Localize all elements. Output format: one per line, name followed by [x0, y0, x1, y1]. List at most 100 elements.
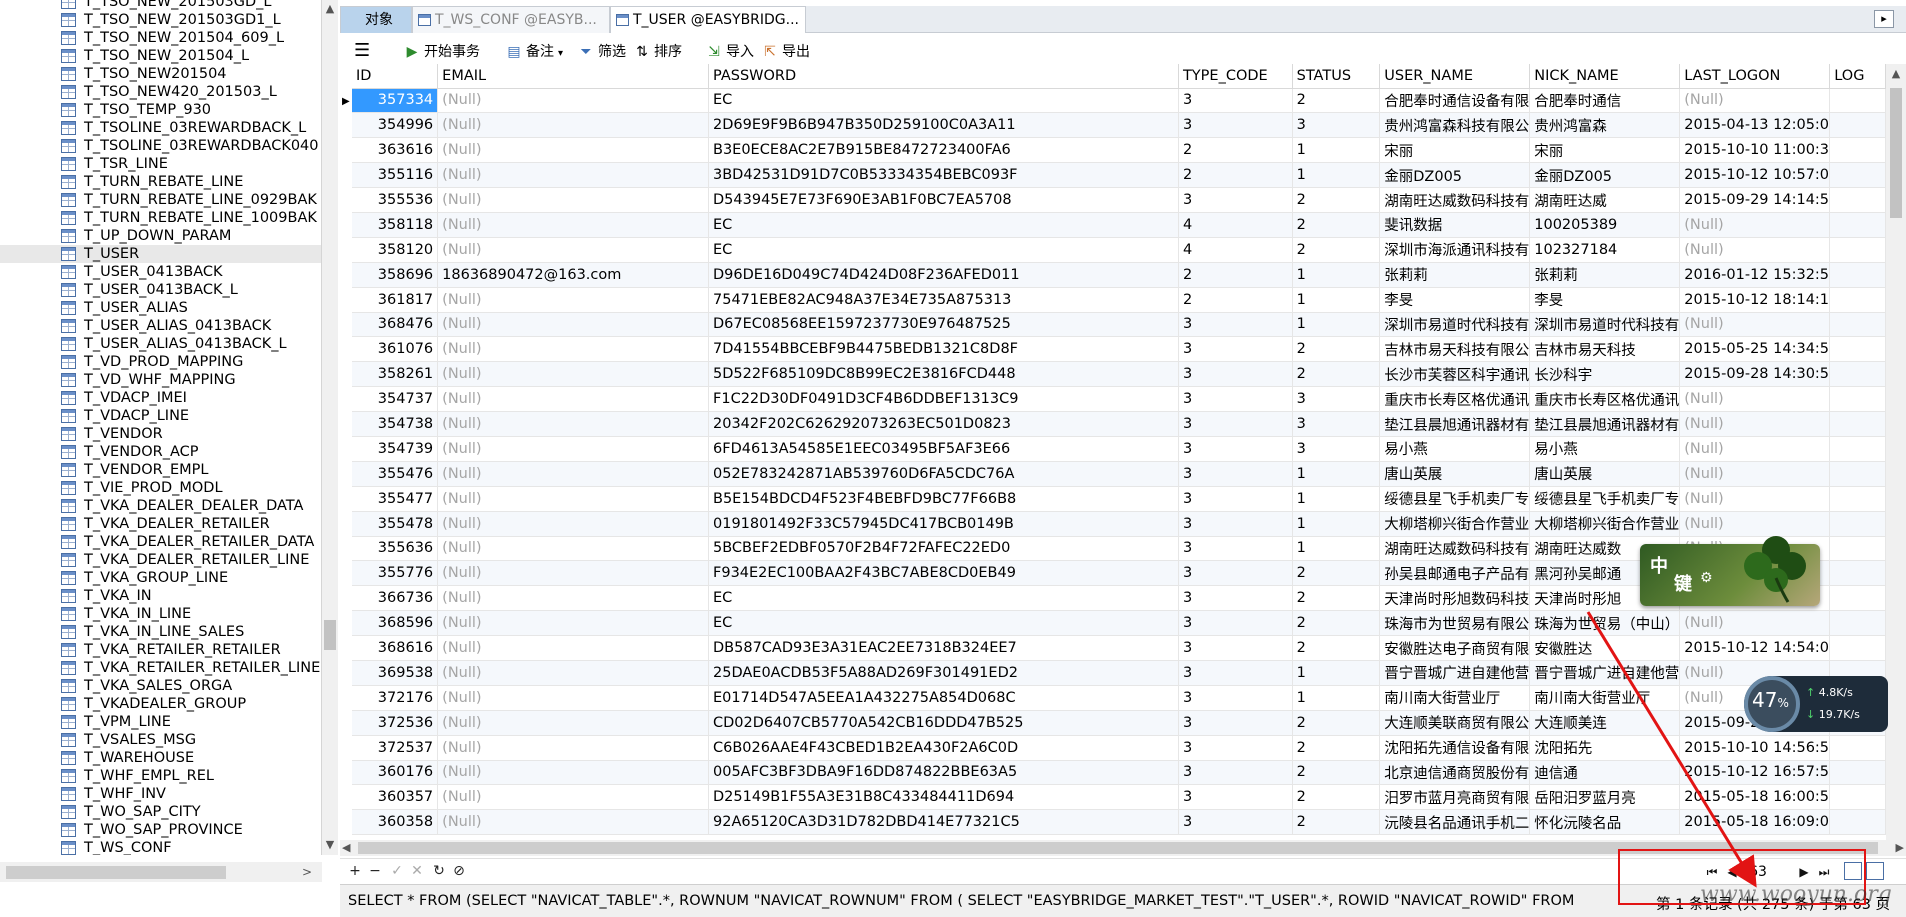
table-cell[interactable]: 5BCBEF2EDBF0570F2B4F72FAFEC22ED0 — [708, 536, 1179, 562]
table-cell[interactable]: (Null) — [437, 585, 709, 612]
table-cell[interactable]: 沅陵县名品通讯手机二 — [1379, 809, 1531, 836]
table-cell[interactable]: 3 — [1178, 436, 1293, 462]
table-cell[interactable]: 合肥奉时通信 — [1529, 88, 1681, 114]
table-cell[interactable]: 大柳塔柳兴街合作营业 — [1529, 511, 1681, 537]
table-row[interactable]: 355116 (Null) 3BD42531D91D7C0B53334354BEBC… — [352, 162, 1886, 189]
table-cell[interactable]: 怀化沅陵名品 — [1529, 809, 1681, 836]
ime-toolbar[interactable]: 中 键 ⚙ — [1640, 536, 1820, 606]
sort-button[interactable]: ⇅ 排序 — [634, 41, 682, 63]
tree-item-table[interactable]: T_TSR_LINE — [0, 155, 321, 173]
table-cell[interactable]: 3 — [1178, 411, 1293, 437]
table-cell[interactable]: 张莉莉 — [1529, 262, 1681, 288]
table-cell[interactable] — [1829, 386, 1886, 413]
table-cell[interactable]: 3 — [1178, 187, 1293, 213]
tree-item-table[interactable]: T_WAREHOUSE — [0, 749, 321, 767]
table-cell[interactable]: 安徽胜达 — [1529, 635, 1681, 661]
table-row[interactable]: 355477 (Null) B5E154BDCD4F523F4BEBFD9BC77F… — [352, 486, 1886, 512]
table-cell[interactable]: 3 — [1178, 560, 1293, 587]
table-cell[interactable] — [1829, 784, 1886, 811]
tree-item-table[interactable]: T_VKA_RETAILER_RETAILER — [0, 641, 321, 659]
table-cell[interactable]: 李旻 — [1529, 287, 1681, 313]
table-cell[interactable]: 绥德县星飞手机卖厂专 — [1529, 486, 1681, 512]
tab-list-icon[interactable]: ▸ — [1874, 10, 1894, 28]
column-header[interactable]: LOG — [1829, 64, 1886, 89]
tree-item-table[interactable]: T_TSO_NEW_201503GD1_L — [0, 11, 321, 29]
table-cell[interactable]: 368476 — [352, 312, 439, 338]
tree-item-table[interactable]: T_WHF_INV — [0, 785, 321, 803]
tree-item-table[interactable]: T_WO_SAP_PROVINCE — [0, 821, 321, 839]
table-cell[interactable]: 2 — [1292, 560, 1381, 587]
table-cell[interactable]: (Null) — [1679, 436, 1831, 462]
table-cell[interactable]: 2 — [1292, 237, 1381, 263]
table-cell[interactable]: 355476 — [352, 461, 439, 487]
tree-item-table[interactable]: T_VDACP_LINE — [0, 407, 321, 425]
table-cell[interactable]: 2015-10-12 14:54:0 — [1679, 635, 1831, 661]
tree-item-table[interactable]: T_WHF_EMPL_REL — [0, 767, 321, 785]
table-cell[interactable] — [1829, 511, 1886, 537]
table-cell[interactable]: 354738 — [352, 411, 439, 437]
table-cell[interactable]: 南川南大街营业厅 — [1379, 685, 1531, 711]
tree-item-table[interactable]: T_USER_ALIAS — [0, 299, 321, 317]
table-cell[interactable]: 355776 — [352, 560, 439, 587]
table-cell[interactable]: (Null) — [437, 88, 709, 114]
tree-item-table[interactable]: T_VKA_IN — [0, 587, 321, 605]
table-cell[interactable] — [1829, 361, 1886, 388]
table-cell[interactable] — [1829, 536, 1886, 562]
data-grid[interactable]: ID EMAIL PASSWORD TYPE_CODE STATUS USER_NAME N… — [352, 64, 1886, 840]
table-cell[interactable]: 2 — [1178, 137, 1293, 164]
table-cell[interactable] — [1829, 809, 1886, 836]
table-cell[interactable]: 南川南大街营业厅 — [1529, 685, 1681, 711]
filter-button[interactable]: ⏷ 筛选 — [578, 41, 626, 63]
grid-vertical-scrollbar[interactable]: ▲ — [1886, 64, 1906, 840]
table-row[interactable]: 358118 (Null) EC 4 2 斐讯数据 100205389 (Null) — [352, 212, 1886, 238]
tree-item-table[interactable]: T_TURN_REBATE_LINE_0929BAK — [0, 191, 321, 209]
table-cell[interactable]: EC — [708, 585, 1179, 612]
table-cell[interactable]: 孙吴县邮通电子产品有 — [1379, 560, 1531, 587]
table-cell[interactable]: 重庆市长寿区格优通讯 — [1529, 386, 1681, 413]
table-cell[interactable]: (Null) — [437, 361, 709, 388]
table-cell[interactable]: (Null) — [437, 809, 709, 836]
table-cell[interactable]: (Null) — [437, 760, 709, 786]
table-cell[interactable]: (Null) — [1679, 461, 1831, 487]
table-row[interactable]: 354996 (Null) 2D69E9F9B6B947B350D259100C0A… — [352, 112, 1886, 139]
tree-item-table[interactable]: T_VD_PROD_MAPPING — [0, 353, 321, 371]
table-cell[interactable]: 1 — [1292, 685, 1381, 711]
tab-ws-conf[interactable]: T_WS_CONF @EASYB... — [412, 6, 610, 33]
table-cell[interactable]: C6B026AAE4F43CBED1B2EA430F2A6C0D — [708, 735, 1179, 761]
table-cell[interactable]: 吉林市易天科技有限公 — [1379, 336, 1531, 363]
table-row[interactable]: 372176 (Null) E01714D547A5EEA1A432275A854D… — [352, 685, 1886, 711]
table-row[interactable]: 354739 (Null) 6FD4613A54585E1EEC03495BF5AF… — [352, 436, 1886, 462]
tree-item-table[interactable]: T_VKA_DEALER_DEALER_DATA — [0, 497, 321, 515]
table-cell[interactable]: 1 — [1292, 660, 1381, 686]
table-cell[interactable]: (Null) — [437, 137, 709, 164]
table-cell[interactable]: 3 — [1178, 536, 1293, 562]
table-cell[interactable] — [1829, 237, 1886, 263]
table-cell[interactable]: 354739 — [352, 436, 439, 462]
table-cell[interactable]: 0191801492F33C57945DC417BCB0149B — [708, 511, 1179, 537]
table-cell[interactable] — [1829, 262, 1886, 288]
table-cell[interactable]: 2016-01-12 15:32:5 — [1679, 262, 1831, 288]
table-cell[interactable]: 深圳市易道时代科技有 — [1379, 312, 1531, 338]
table-cell[interactable]: (Null) — [437, 735, 709, 761]
table-cell[interactable]: 3 — [1178, 809, 1293, 836]
table-cell[interactable]: 2 — [1292, 809, 1381, 836]
table-cell[interactable]: 2 — [1292, 760, 1381, 786]
table-cell[interactable]: 1 — [1292, 486, 1381, 512]
table-row[interactable]: 357334 (Null) EC 3 2 合肥奉时通信设备有限 合肥奉时通信 (Null) — [352, 88, 1886, 114]
table-cell[interactable]: 354996 — [352, 112, 439, 139]
table-cell[interactable]: 1 — [1292, 461, 1381, 487]
tree-item-table[interactable]: T_VDACP_IMEI — [0, 389, 321, 407]
table-cell[interactable]: 25DAE0ACDB53F5A88AD269F301491ED2 — [708, 660, 1179, 686]
table-cell[interactable]: (Null) — [437, 112, 709, 139]
table-cell[interactable]: 合肥奉时通信设备有限 — [1379, 88, 1531, 114]
table-cell[interactable]: (Null) — [437, 237, 709, 263]
table-cell[interactable]: 长沙市芙蓉区科宇通讯 — [1379, 361, 1531, 388]
table-cell[interactable]: 2 — [1178, 287, 1293, 313]
tree-item-table[interactable]: T_USER_ALIAS_0413BACK — [0, 317, 321, 335]
tree-item-table[interactable]: T_VKA_IN_LINE — [0, 605, 321, 623]
chevron-down-icon[interactable]: ▾ — [558, 48, 563, 59]
table-cell[interactable]: D96DE16D049C74D424D08F236AFED011 — [708, 262, 1179, 288]
table-cell[interactable]: 1 — [1292, 511, 1381, 537]
table-cell[interactable]: 2 — [1292, 735, 1381, 761]
table-cell[interactable]: 357334 — [352, 88, 439, 114]
